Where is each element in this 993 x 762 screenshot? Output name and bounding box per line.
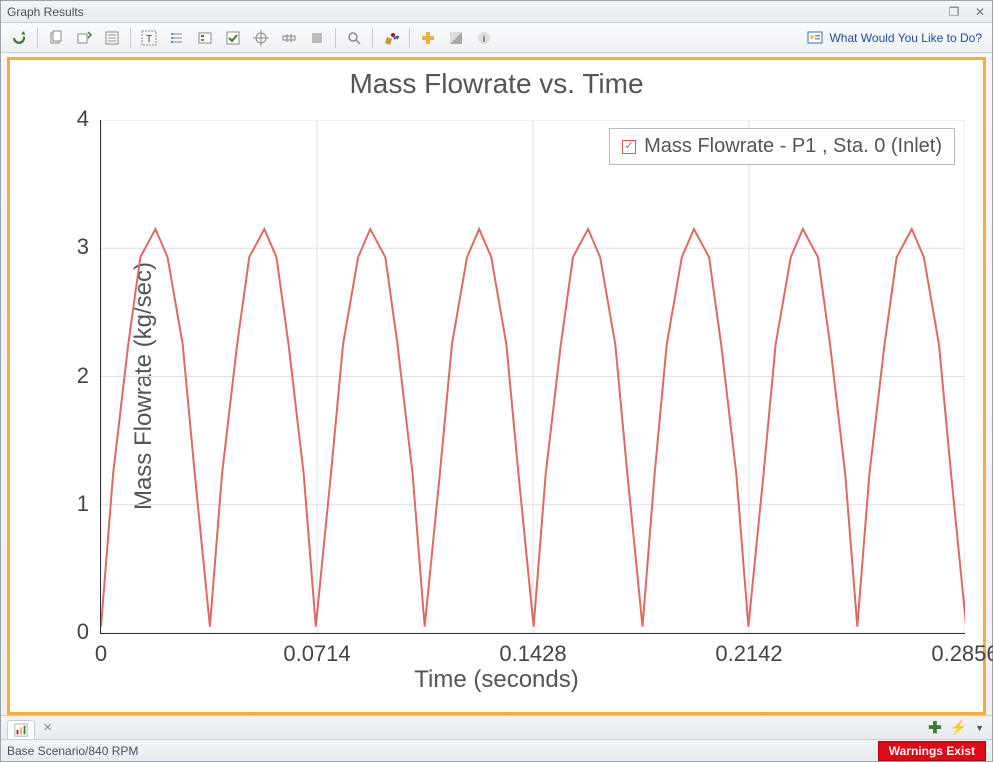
copy-icon[interactable] [44, 26, 68, 50]
y-tick-label: 2 [77, 363, 89, 389]
checkbox-toggle-icon[interactable] [221, 26, 245, 50]
toolbar-separator [37, 28, 38, 48]
legend-checkbox-icon[interactable]: ✓ [622, 140, 636, 154]
shade-icon[interactable] [444, 26, 468, 50]
chart-tab-icon [14, 723, 28, 737]
notes-icon[interactable] [100, 26, 124, 50]
x-axis-label: Time (seconds) [10, 666, 983, 694]
svg-text:T: T [146, 34, 152, 45]
toolbar: T ▾ i What Would You Like to Do? [1, 23, 992, 53]
window-controls: ❐ ✕ [946, 5, 988, 19]
add-tab-icon[interactable]: ✚ [926, 718, 943, 738]
help-link[interactable]: What Would You Like to Do? [803, 30, 986, 46]
svg-text:i: i [483, 34, 486, 44]
legend-label: Mass Flowrate - P1 , Sta. 0 (Inlet) [644, 135, 942, 158]
chart-panel: Mass Flowrate vs. Time Mass Flowrate (kg… [7, 57, 986, 715]
info-icon[interactable]: i [472, 26, 496, 50]
refresh-icon[interactable] [7, 26, 31, 50]
x-tick-label: 0.2856 [930, 641, 993, 667]
chart-tab[interactable] [7, 720, 35, 740]
tab-close-icon[interactable]: ✕ [39, 721, 56, 734]
toolbar-separator [372, 28, 373, 48]
warnings-badge[interactable]: Warnings Exist [878, 741, 986, 761]
help-icon [807, 30, 823, 46]
chart-title: Mass Flowrate vs. Time [10, 68, 983, 100]
help-link-label: What Would You Like to Do? [829, 31, 982, 45]
x-tick-label: 0.0714 [282, 641, 352, 667]
format-icon[interactable]: ▾ [379, 26, 403, 50]
x-tick-label: 0 [66, 641, 136, 667]
restore-button[interactable]: ❐ [946, 5, 962, 19]
copy-data-icon[interactable] [72, 26, 96, 50]
titlebar: Graph Results ❐ ✕ [1, 1, 992, 23]
add-icon[interactable] [416, 26, 440, 50]
window-frame: Graph Results ❐ ✕ T ▾ i What Would You L… [0, 0, 993, 762]
x-tick-label: 0.1428 [498, 641, 568, 667]
plot-area[interactable]: ✓ Mass Flowrate - P1 , Sta. 0 (Inlet) 01… [100, 120, 965, 634]
crosshair-icon[interactable] [249, 26, 273, 50]
legend-toggle-icon[interactable] [193, 26, 217, 50]
range-icon[interactable] [277, 26, 301, 50]
y-tick-label: 1 [77, 491, 89, 517]
status-text: Base Scenario/840 RPM [7, 744, 138, 758]
y-tick-label: 4 [77, 106, 89, 132]
list-settings-icon[interactable] [165, 26, 189, 50]
tab-strip: ✕ ✚ ⚡ ▼ [1, 715, 992, 739]
y-tick-label: 3 [77, 234, 89, 260]
status-bar: Base Scenario/840 RPM Warnings Exist [1, 739, 992, 761]
legend-box[interactable]: ✓ Mass Flowrate - P1 , Sta. 0 (Inlet) [609, 128, 955, 165]
stop-icon[interactable] [305, 26, 329, 50]
text-annotation-icon[interactable]: T [137, 26, 161, 50]
dropdown-icon[interactable]: ▼ [973, 723, 986, 733]
toolbar-separator [335, 28, 336, 48]
x-tick-label: 0.2142 [714, 641, 784, 667]
toolbar-separator [409, 28, 410, 48]
plot-svg [101, 120, 965, 633]
zoom-icon[interactable] [342, 26, 366, 50]
close-button[interactable]: ✕ [972, 5, 988, 19]
toolbar-separator [130, 28, 131, 48]
window-title: Graph Results [7, 5, 84, 19]
lightning-icon[interactable]: ⚡ [948, 719, 969, 736]
